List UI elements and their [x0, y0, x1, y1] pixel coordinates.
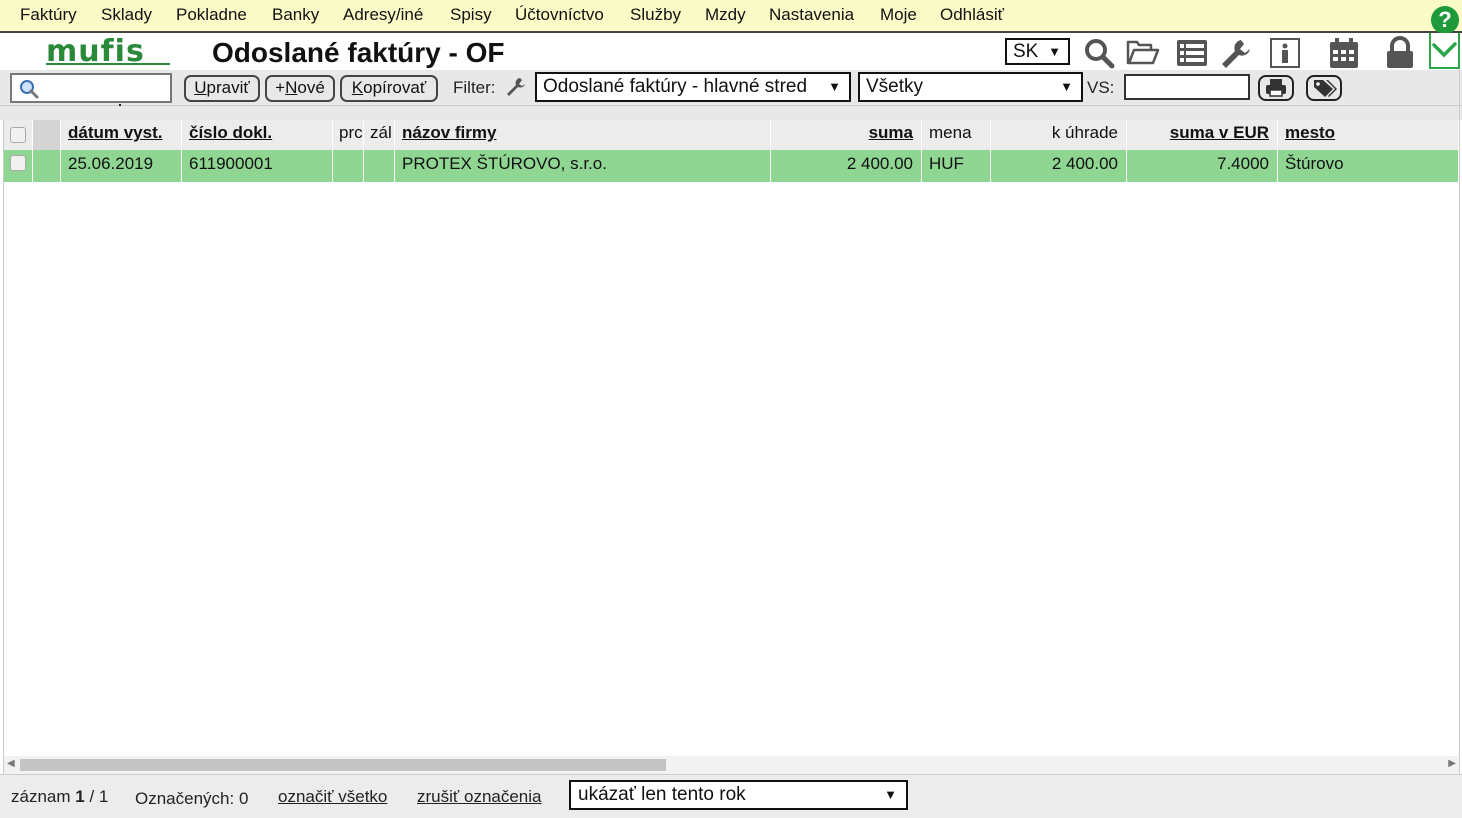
menu-item-nastavenia[interactable]: Nastavenia — [769, 5, 854, 25]
main-menu-bar: Faktúry Sklady Pokladne Banky Adresy/iné… — [0, 0, 1462, 33]
grid-right-border — [1459, 70, 1460, 774]
page-title: Odoslané faktúry - OF — [212, 37, 505, 68]
column-header-company[interactable]: názov firmy — [395, 120, 771, 150]
scrollbar-thumb[interactable] — [20, 759, 666, 771]
print-button[interactable] — [1258, 75, 1294, 101]
menu-item-sluzby[interactable]: Služby — [630, 5, 681, 25]
menu-item-moje[interactable]: Moje — [880, 5, 917, 25]
status-select[interactable]: Všetky ▼ — [858, 72, 1083, 102]
select-all-checkbox-cell — [4, 120, 33, 150]
mufis-logo: mufis — [46, 35, 170, 67]
clear-selection-link[interactable]: zrušiť označenia — [417, 787, 542, 807]
copy-button[interactable]: Kopírovať — [340, 75, 438, 102]
column-header-city[interactable]: mesto — [1278, 120, 1459, 150]
column-header-to-pay[interactable]: k úhrade — [991, 120, 1127, 150]
column-header-amount[interactable]: suma — [771, 120, 922, 150]
chevron-down-icon — [1432, 42, 1457, 58]
lock-icon[interactable] — [1382, 36, 1418, 70]
column-header-currency[interactable]: mena — [922, 120, 991, 150]
table-row-checkbox-cell — [4, 150, 33, 182]
filter-select[interactable]: Odoslané faktúry - hlavné stred ▼ — [535, 72, 851, 102]
search-icon[interactable] — [1082, 36, 1118, 70]
magnifier-icon — [20, 80, 39, 99]
select-all-link[interactable]: označiť všetko — [278, 787, 387, 807]
column-header-doc-no[interactable]: číslo dokl. — [182, 120, 333, 150]
marked-count: Označených: 0 — [135, 789, 249, 808]
cell-date[interactable]: 25.06.2019 — [61, 150, 182, 182]
wrench-icon[interactable] — [1217, 36, 1253, 70]
record-counter: záznam 1 / 1 — [11, 787, 109, 806]
dropdown-arrow-icon: ▼ — [884, 787, 897, 802]
menu-item-spisy[interactable]: Spisy — [450, 5, 492, 25]
column-header-prc[interactable]: prc — [333, 120, 364, 150]
grid-top-strip — [0, 106, 1462, 120]
dropdown-arrow-icon: ▼ — [1060, 79, 1073, 94]
column-header-date[interactable]: dátum vyst. — [61, 120, 182, 150]
cell-prc[interactable] — [333, 150, 364, 182]
dropdown-arrow-icon: ▼ — [1048, 44, 1061, 59]
cell-amount[interactable]: 2 400.00 — [771, 150, 922, 182]
filter-label: Filter: — [453, 78, 496, 97]
year-filter-select[interactable]: ukázať len tento rok ▼ — [569, 780, 908, 810]
scroll-right-arrow-icon[interactable]: ▶ — [1448, 758, 1456, 769]
new-button[interactable]: +Nové — [265, 75, 335, 102]
collapse-panel-button[interactable] — [1429, 33, 1460, 69]
cell-zal[interactable] — [364, 150, 395, 182]
menu-item-faktury[interactable]: Faktúry — [20, 5, 77, 25]
row-marker-header — [33, 120, 61, 150]
row-checkbox[interactable] — [10, 155, 26, 171]
cell-doc-no[interactable]: 611900001 — [182, 150, 333, 182]
wrench-icon[interactable] — [505, 76, 527, 98]
cell-company[interactable]: PROTEX ŠTÚROVO, s.r.o. — [395, 150, 771, 182]
edit-button[interactable]: Upraviť — [184, 75, 260, 102]
menu-item-adresy[interactable]: Adresy/iné — [343, 5, 423, 25]
search-input[interactable] — [10, 73, 172, 103]
cell-city[interactable]: Štúrovo — [1278, 150, 1459, 182]
tags-button[interactable] — [1306, 75, 1342, 101]
row-marker — [33, 150, 61, 182]
folder-open-icon[interactable] — [1125, 36, 1161, 70]
menu-item-uctovnictvo[interactable]: Účtovníctvo — [515, 5, 604, 25]
menu-item-pokladne[interactable]: Pokladne — [176, 5, 247, 25]
info-icon[interactable] — [1267, 36, 1303, 70]
status-footer: záznam 1 / 1 Označených: 0 označiť všetk… — [0, 774, 1462, 818]
dropdown-arrow-icon: ▼ — [828, 79, 841, 94]
select-all-checkbox[interactable] — [10, 127, 26, 143]
scroll-left-arrow-icon[interactable]: ◀ — [7, 758, 15, 769]
cell-currency[interactable]: HUF — [922, 150, 991, 182]
grid-left-border — [3, 120, 4, 774]
list-icon[interactable] — [1174, 36, 1210, 70]
tags-icon — [1314, 80, 1337, 97]
horizontal-scrollbar[interactable]: ◀ ▶ — [4, 756, 1459, 774]
menu-item-mzdy[interactable]: Mzdy — [705, 5, 746, 25]
language-select[interactable]: SK ▼ — [1005, 38, 1070, 65]
vs-label: VS: — [1087, 78, 1115, 97]
calendar-icon[interactable] — [1326, 36, 1362, 70]
svg-text:mufis: mufis — [46, 35, 145, 67]
menu-item-sklady[interactable]: Sklady — [101, 5, 152, 25]
printer-icon — [1266, 79, 1286, 97]
menu-item-odhlasit[interactable]: Odhlásiť — [940, 5, 1004, 25]
column-header-amount-eur[interactable]: suma v EUR — [1127, 120, 1278, 150]
toolbar: Upraviť +Nové Kopírovať Filter: Odoslané… — [0, 70, 1462, 106]
help-icon[interactable]: ? — [1431, 6, 1459, 34]
cell-to-pay[interactable]: 2 400.00 — [991, 150, 1127, 182]
menu-item-banky[interactable]: Banky — [272, 5, 319, 25]
cell-amount-eur[interactable]: 7.4000 — [1127, 150, 1278, 182]
column-header-zal[interactable]: zál — [364, 120, 395, 150]
vs-input[interactable] — [1124, 74, 1250, 100]
